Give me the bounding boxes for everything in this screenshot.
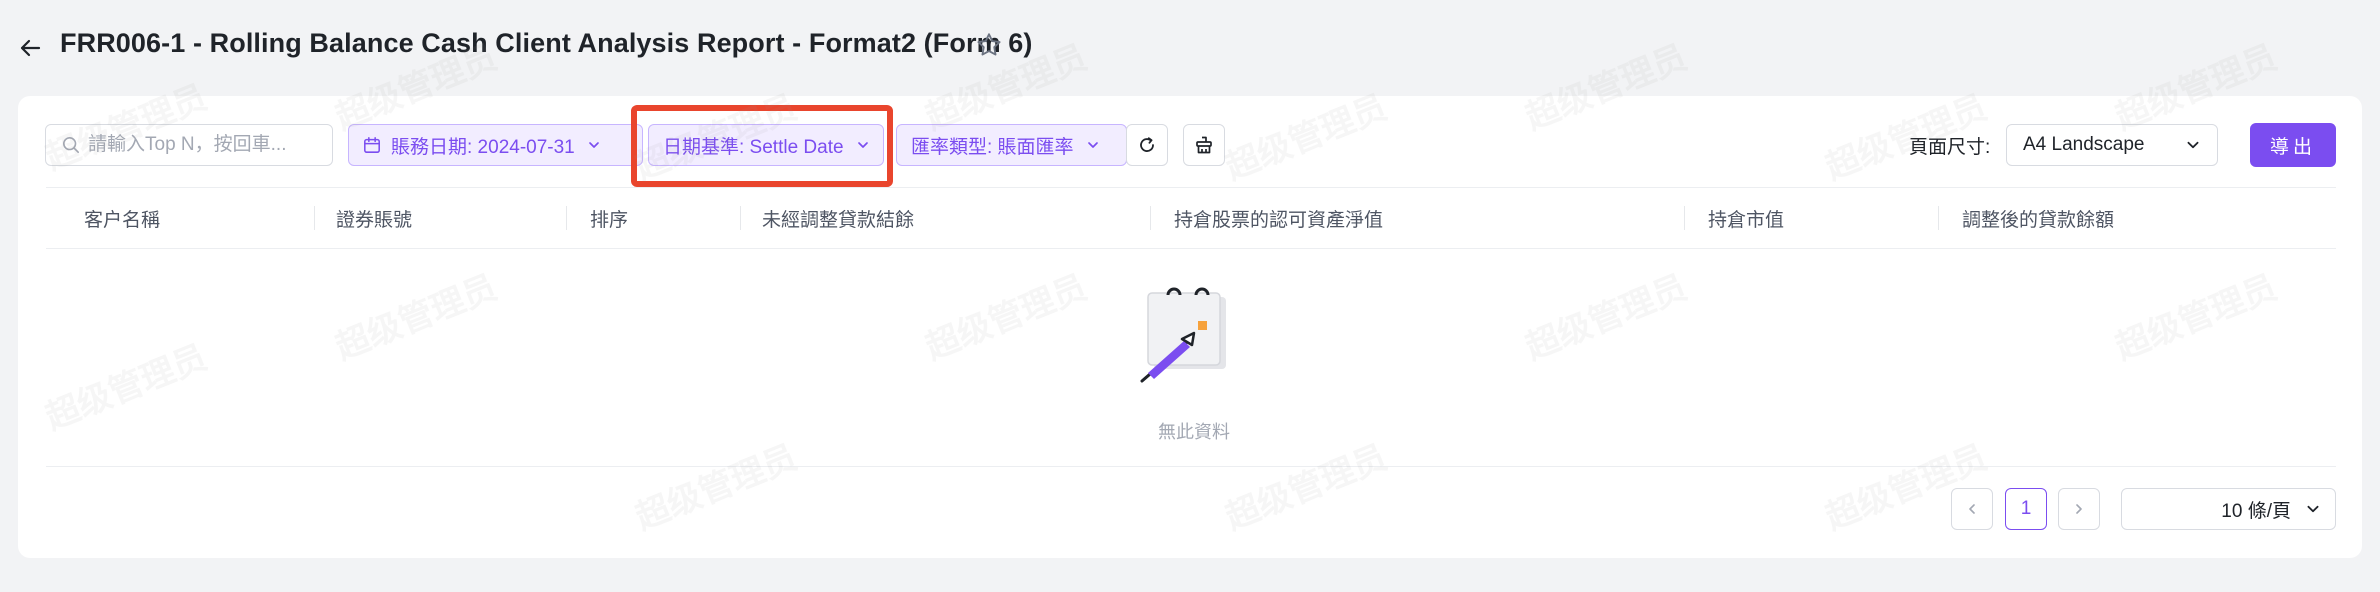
empty-notepad-icon xyxy=(1140,287,1226,383)
column-divider xyxy=(1684,206,1685,230)
business-date-label: 賬務日期: 2024-07-31 xyxy=(391,136,575,158)
search-icon xyxy=(62,136,80,154)
column-header-unadjusted-loan-balance[interactable]: 未經調整貸款結餘 xyxy=(762,188,914,248)
refresh-button[interactable] xyxy=(1126,124,1168,166)
star-outline-icon xyxy=(977,33,1001,56)
date-basis-filter[interactable]: 日期基準: Settle Date xyxy=(648,124,884,166)
chevron-down-icon xyxy=(1086,138,1100,152)
table-header: 客户名稱 證券賬號 排序 未經調整貸款結餘 持倉股票的認可資產淨值 持倉市值 調… xyxy=(46,187,2336,249)
arrow-left-icon xyxy=(20,39,41,57)
column-header-securities-account[interactable]: 證券賬號 xyxy=(336,188,412,248)
column-divider xyxy=(1938,206,1939,230)
export-button[interactable]: 導出 xyxy=(2250,123,2336,167)
next-page-button[interactable] xyxy=(2058,488,2100,530)
rate-type-label: 匯率類型: 賬面匯率 xyxy=(911,136,1074,158)
clear-filter-button[interactable] xyxy=(1183,124,1225,166)
column-header-adjusted-loan-balance[interactable]: 調整後的貸款餘額 xyxy=(1962,188,2114,248)
chevron-right-icon xyxy=(2076,504,2082,514)
date-basis-label: 日期基準: Settle Date xyxy=(663,136,844,158)
back-button[interactable] xyxy=(12,30,48,66)
chevron-down-icon xyxy=(587,138,601,152)
search-box[interactable] xyxy=(45,124,333,166)
clear-filter-icon xyxy=(1196,136,1212,154)
chevron-left-icon xyxy=(1969,504,1975,514)
previous-page-button[interactable] xyxy=(1951,488,1993,530)
column-header-market-value[interactable]: 持倉市值 xyxy=(1708,188,1784,248)
refresh-icon xyxy=(1140,137,1154,152)
page-header: FRR006-1 - Rolling Balance Cash Client A… xyxy=(0,0,2380,92)
page-size-label: 頁面尺寸: xyxy=(1909,137,1991,158)
column-header-client-name[interactable]: 客户名稱 xyxy=(84,188,160,248)
page-size-selector[interactable]: 10 條/頁 xyxy=(2121,488,2336,530)
column-divider xyxy=(740,206,741,230)
column-header-recognized-nav[interactable]: 持倉股票的認可資產淨值 xyxy=(1174,188,1383,248)
column-header-rank[interactable]: 排序 xyxy=(590,188,628,248)
business-date-filter[interactable]: 賬務日期: 2024-07-31 xyxy=(348,124,643,166)
chevron-down-icon xyxy=(2307,505,2319,513)
page-size-value: A4 Landscape xyxy=(2023,134,2145,155)
favorite-button[interactable] xyxy=(972,28,1006,62)
page-size-select[interactable]: A4 Landscape xyxy=(2006,124,2218,166)
chevron-down-icon xyxy=(2187,141,2199,149)
divider xyxy=(46,466,2336,467)
column-divider xyxy=(1150,206,1151,230)
report-card: 賬務日期: 2024-07-31 日期基準: Settle Date 匯率類型:… xyxy=(18,96,2362,558)
per-page-value: 10 條/頁 xyxy=(2221,500,2291,522)
column-divider xyxy=(314,206,315,230)
top-n-search-input[interactable] xyxy=(88,134,328,156)
empty-state-text: 無此資料 xyxy=(1158,422,1230,442)
column-divider xyxy=(566,206,567,230)
page-number-button[interactable]: 1 xyxy=(2005,488,2047,530)
chevron-down-icon xyxy=(856,138,870,152)
calendar-icon xyxy=(364,137,380,153)
page-title: FRR006-1 - Rolling Balance Cash Client A… xyxy=(60,28,1033,58)
rate-type-filter[interactable]: 匯率類型: 賬面匯率 xyxy=(896,124,1127,166)
